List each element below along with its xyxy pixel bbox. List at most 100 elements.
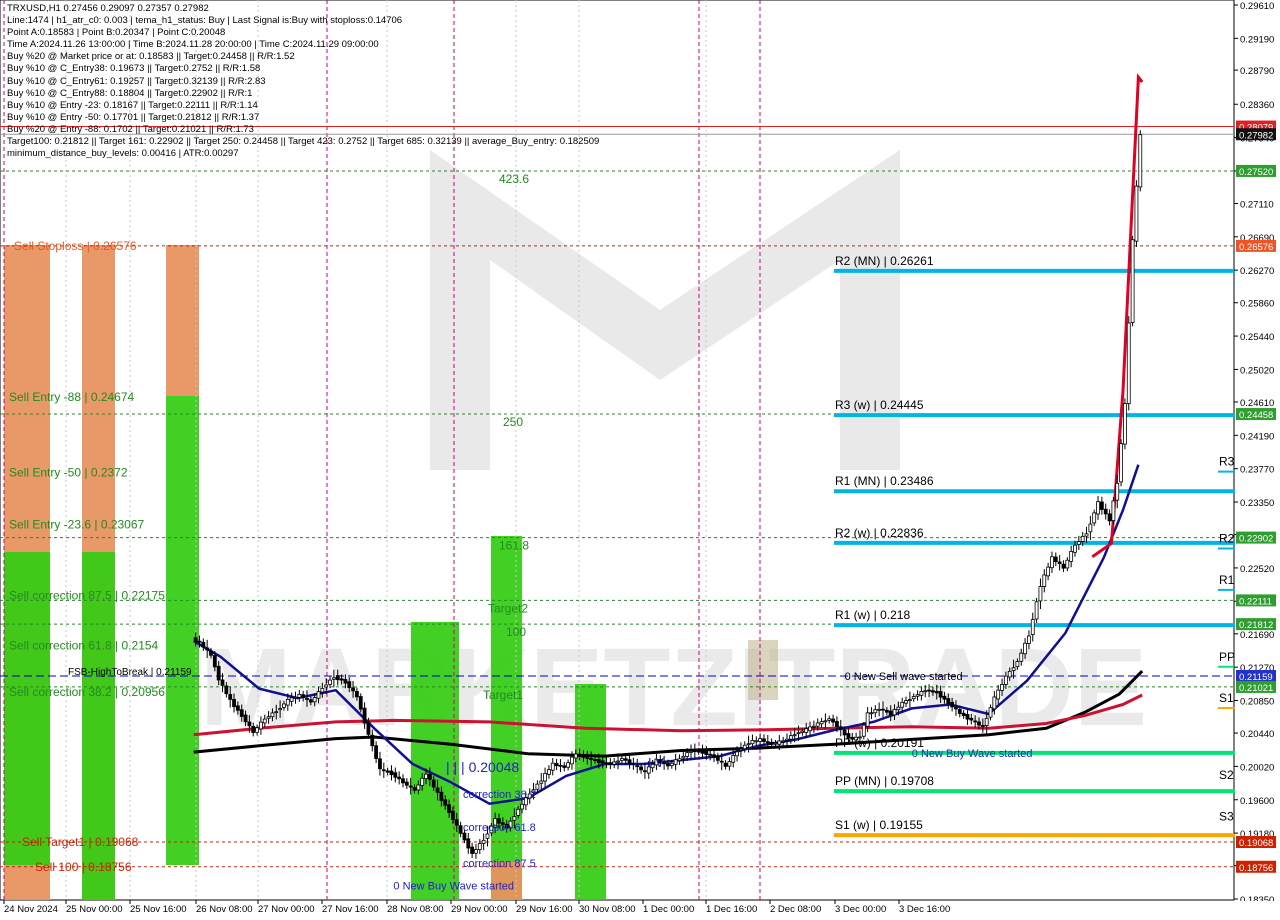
candle-body xyxy=(596,759,601,764)
candle-body xyxy=(965,714,970,720)
candle-body xyxy=(1080,535,1085,542)
candle-body xyxy=(516,808,521,816)
candle-body xyxy=(919,691,924,696)
candle-body xyxy=(235,705,240,711)
candle-body xyxy=(193,637,198,642)
candle-body xyxy=(923,690,928,693)
candle-body xyxy=(739,748,743,751)
candle-body xyxy=(827,718,832,721)
x-tick-label: 1 Dec 16:00 xyxy=(706,904,757,915)
candle-body xyxy=(462,832,467,841)
price-axis: 0.296100.291900.287900.283600.279400.275… xyxy=(1234,0,1280,920)
candle-body xyxy=(420,777,425,786)
candle-body xyxy=(431,779,436,788)
buy-target-label: Target2 xyxy=(488,601,528,615)
price-badge-text: 0.18756 xyxy=(1239,863,1273,874)
candle-body xyxy=(378,758,382,770)
candle-body xyxy=(412,787,417,791)
candle-body xyxy=(212,655,217,668)
price-badge-text: 0.19068 xyxy=(1239,838,1273,849)
candle-body xyxy=(1119,443,1123,483)
candle-body xyxy=(312,697,317,703)
candle-body xyxy=(335,675,340,681)
candle-body xyxy=(804,728,809,733)
candle-body xyxy=(485,833,490,839)
candle-body xyxy=(600,760,605,764)
candle-body xyxy=(1076,541,1081,545)
candle-body xyxy=(639,766,643,771)
x-tick-label: 25 Nov 00:00 xyxy=(66,904,123,915)
candle-body xyxy=(1038,586,1043,602)
y-tick-label: 0.25440 xyxy=(1240,332,1274,343)
buy-target-label: 250 xyxy=(503,415,523,429)
candle-body xyxy=(343,679,348,684)
candle-body xyxy=(758,738,763,742)
candle-body xyxy=(1000,684,1004,691)
candle-body xyxy=(1061,563,1066,569)
candle-body xyxy=(742,744,747,750)
candle-body xyxy=(623,758,628,761)
candle-body xyxy=(1084,533,1089,537)
buy-target-label: 100 xyxy=(506,625,526,639)
price-badge-text: 0.27982 xyxy=(1239,130,1273,141)
info-line: Buy %10 @ Entry -50: 0.17701 || Target:0… xyxy=(7,111,260,123)
candle-body xyxy=(1115,482,1120,501)
candle-body xyxy=(339,678,344,681)
candle-body xyxy=(320,687,325,693)
candle-body xyxy=(907,699,912,702)
candle-body xyxy=(896,706,901,711)
y-tick-label: 0.19600 xyxy=(1240,796,1274,807)
candle-body xyxy=(612,761,617,765)
candle-body xyxy=(1107,513,1112,522)
neutral-band xyxy=(748,640,778,700)
candle-body xyxy=(1069,551,1074,562)
sell-level-label: Sell Entry -23.6 | 0.23067 xyxy=(9,517,145,531)
candle-body xyxy=(216,665,221,681)
candle-body xyxy=(347,681,352,688)
candle-body xyxy=(1019,652,1024,662)
x-tick-label: 27 Nov 16:00 xyxy=(322,904,379,915)
candle-body xyxy=(1099,501,1104,510)
sell-band xyxy=(166,245,199,396)
candle-body xyxy=(934,691,939,694)
pivot-label: R1 (MN) | 0.23486 xyxy=(835,474,934,488)
x-tick-label: 3 Dec 00:00 xyxy=(835,904,886,915)
candle-body xyxy=(842,729,847,736)
candle-body xyxy=(278,708,283,711)
sell-level-label: Sell correction 61.8 | 0.2154 xyxy=(9,639,159,653)
candle-body xyxy=(201,641,206,648)
correction-label: correction 38.2 xyxy=(463,789,536,801)
candle-body xyxy=(957,709,962,714)
buy-target-label: 161.8 xyxy=(499,539,529,553)
y-tick-label: 0.20850 xyxy=(1240,697,1274,708)
candle-body xyxy=(938,691,943,698)
candle-body xyxy=(685,752,690,757)
candle-body xyxy=(884,709,889,713)
y-tick-label: 0.25860 xyxy=(1240,299,1274,310)
time-axis: 24 Nov 2024 25 Nov 00:00 25 Nov 16:00 26 No… xyxy=(0,900,1280,920)
candle-body xyxy=(424,773,428,779)
candle-body xyxy=(1092,512,1097,524)
info-line: Buy %10 @ Entry -23: 0.18167 || Target:0… xyxy=(7,99,258,111)
candle-body xyxy=(589,757,594,761)
price-badge-text: 0.24458 xyxy=(1239,410,1273,421)
wave-label: 0 New Sell wave started xyxy=(845,671,963,683)
candle-body xyxy=(305,698,309,700)
price-badge-text: 0.21021 xyxy=(1239,683,1273,694)
y-tick-label: 0.24610 xyxy=(1240,398,1274,409)
sell-level-label: Sell Stoploss | 0.26576 xyxy=(14,239,137,253)
info-panel: TRXUSD,H1 0.27456 0.29097 0.27357 0.2798… xyxy=(7,3,599,160)
candle-body xyxy=(1030,619,1035,635)
candle-body xyxy=(581,754,586,758)
info-line: Line:1474 | h1_atr_c0: 0.003 | tema_h1_s… xyxy=(7,15,403,27)
candle-body xyxy=(573,753,578,759)
candle-body xyxy=(881,708,885,711)
pivot-label: R1 (w) | 0.218 xyxy=(835,608,910,622)
x-tick-label: 29 Nov 16:00 xyxy=(516,904,573,915)
candle-body xyxy=(297,693,302,698)
sell-level-label: Sell correction 38.2 | 0.20956 xyxy=(9,685,165,699)
wave-label: 0 New Buy Wave started xyxy=(393,881,514,893)
fsb-label: FSB-HighToBreak | 0.21159 xyxy=(68,667,192,678)
candle-body xyxy=(1134,185,1139,242)
candle-body xyxy=(481,839,486,844)
